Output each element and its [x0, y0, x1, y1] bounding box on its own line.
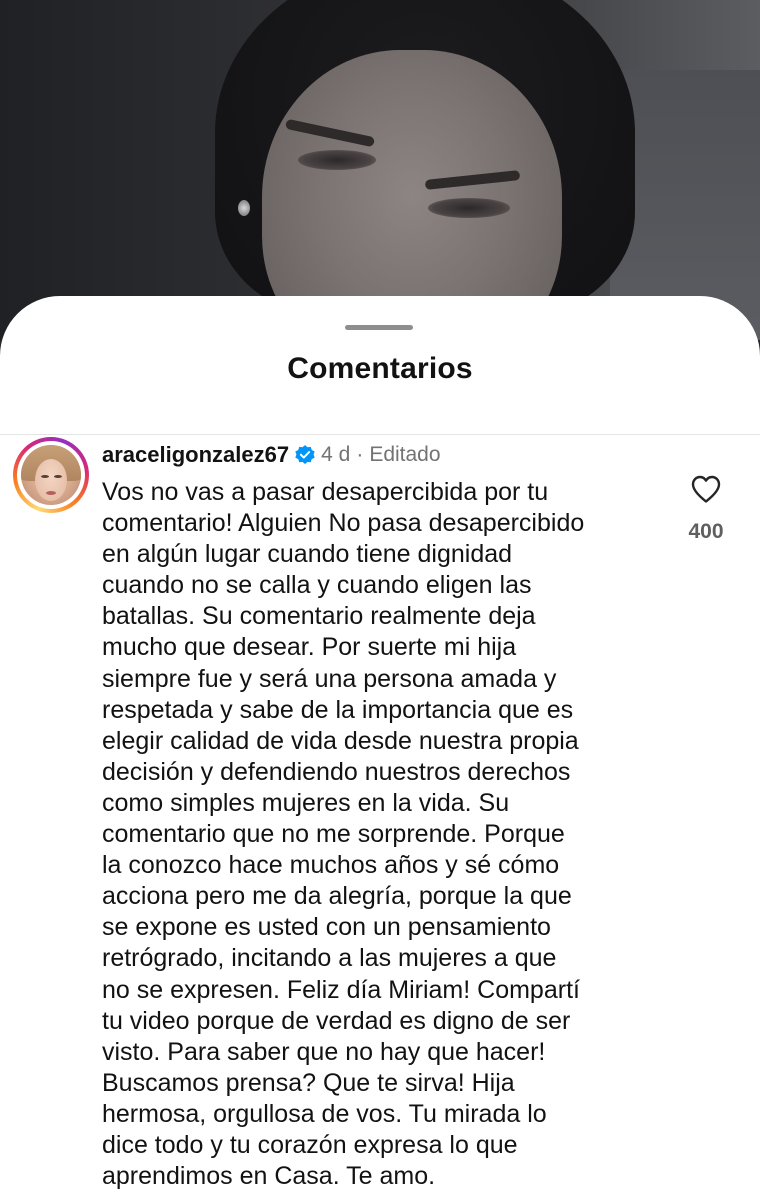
avatar[interactable]: [21, 445, 81, 505]
like-count: 400: [688, 520, 724, 543]
comment-text-line: dice todo y tu corazón expresa lo que: [102, 1130, 518, 1159]
comment-text-line: visto. Para saber que no hay que hacer!: [102, 1037, 546, 1066]
comment-text-line: aprendimos en Casa. Te amo.: [102, 1162, 436, 1191]
comment-text-line: comentario! Alguien No pasa desapercibid…: [102, 509, 585, 538]
comment-text-line: batallas. Su comentario realmente deja: [102, 602, 536, 631]
heart-outline-icon[interactable]: [690, 474, 722, 504]
comment-meta: araceligonzalez67 4 d · Editado: [102, 440, 441, 470]
comment-text-line: respetada y sabe de la importancia que e…: [102, 695, 574, 724]
comment-text-line: tu video porque de verdad es digno de se…: [102, 1006, 571, 1035]
comment-text-line: se expone es usted con un pensamiento: [102, 913, 551, 942]
comment-text-line: mucho que desear. Por suerte mi hija: [102, 633, 517, 662]
avatar-story-ring[interactable]: [13, 437, 89, 513]
comments-sheet: Comentarios araceligonzalez67 4 d · Edit…: [0, 296, 760, 1197]
comment-text-line: retrógrado, incitando a las mujeres a qu…: [102, 944, 557, 973]
comment-text-line: siempre fue y será una persona amada y: [102, 664, 557, 693]
header-divider: [0, 434, 760, 435]
like-control: 400: [672, 474, 740, 544]
video-person-eye: [428, 198, 510, 218]
comment-text-line: en algún lugar cuando tiene dignidad: [102, 540, 513, 569]
comment-text-line: Buscamos prensa? Que te sirva! Hija: [102, 1068, 515, 1097]
sheet-title: Comentarios: [287, 352, 473, 385]
comment-text-line: Vos no vas a pasar desapercibida por tu: [102, 478, 549, 506]
comment-text-line: cuando no se calla y cuando eligen las: [102, 571, 532, 600]
comment-text-line: hermosa, orgullosa de vos. Tu mirada lo: [102, 1099, 547, 1128]
comment-text-line: la conozco hace muchos años y sé cómo: [102, 851, 560, 880]
background-video-frame: [0, 0, 760, 340]
comment-timestamp: 4 d: [321, 443, 351, 466]
verified-badge-icon: [295, 445, 315, 465]
meta-separator: ·: [356, 443, 364, 466]
video-person-eye: [298, 150, 376, 170]
video-person-earring: [238, 200, 250, 216]
comment-username[interactable]: araceligonzalez67: [102, 442, 289, 468]
comment-text-line: como simples mujeres en la vida. Su: [102, 788, 510, 817]
comment-text-line: acciona pero me da alegría, porque la qu…: [102, 882, 572, 911]
comment-text-line: comentario que no me sorprende. Porque: [102, 820, 565, 849]
edited-label: Editado: [369, 443, 441, 466]
comment-text-line: elegir calidad de vida desde nuestra pro…: [102, 726, 579, 755]
comment-text: Vos no vas a pasar desapercibida por tu c…: [102, 477, 662, 1192]
sheet-drag-handle[interactable]: [345, 325, 413, 330]
comment-text-line: decisión y defendiendo nuestros derechos: [102, 757, 571, 786]
comment-text-line: no se expresen. Feliz día Miriam! Compar…: [102, 975, 580, 1004]
